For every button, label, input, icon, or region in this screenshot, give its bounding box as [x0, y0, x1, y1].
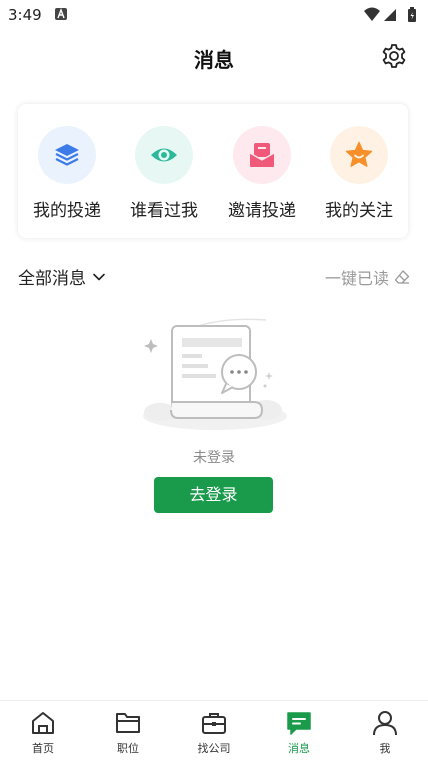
quick-action-icon-bg: [330, 126, 388, 184]
folder-icon: [116, 713, 140, 733]
signal-icon: [384, 9, 396, 21]
wifi-icon: [364, 7, 380, 21]
status-bar: 3:49: [0, 0, 428, 30]
quick-actions-card: 我的投递 谁看过我 邀请投递 我的关注: [18, 104, 408, 238]
briefcase-icon: [202, 713, 226, 734]
envelope-icon: [249, 143, 275, 167]
quick-action-icon-bg: [233, 126, 291, 184]
nav-label: 职位: [117, 742, 139, 755]
star-icon: [345, 141, 373, 167]
nav-item-companies[interactable]: 找公司: [179, 709, 249, 756]
person-icon: [373, 711, 397, 736]
settings-button[interactable]: [380, 42, 408, 70]
quick-action-label: 我的关注: [325, 201, 393, 221]
mark-all-read-button[interactable]: 一键已读: [325, 265, 410, 289]
message-icon: [287, 712, 311, 735]
nav-label: 首页: [32, 742, 54, 755]
empty-state-message: 未登录: [193, 450, 235, 466]
quick-action-label: 我的投递: [33, 201, 101, 221]
eye-icon: [151, 148, 177, 162]
empty-state-illustration: [138, 314, 292, 436]
quick-action-invitations[interactable]: 邀请投递: [214, 126, 310, 221]
chevron-down-icon: [93, 273, 105, 280]
layers-icon: [55, 144, 79, 166]
home-icon: [32, 712, 54, 734]
nav-label: 消息: [288, 742, 310, 755]
battery-icon: [408, 7, 416, 22]
filter-bar: 全部消息 一键已读: [0, 262, 428, 290]
nav-item-home[interactable]: 首页: [8, 709, 78, 756]
status-icons: [364, 6, 420, 24]
page-title: 消息: [194, 48, 234, 72]
status-time: 3:49: [8, 6, 42, 24]
quick-action-label: 谁看过我: [130, 201, 198, 221]
quick-action-who-viewed-me[interactable]: 谁看过我: [116, 126, 212, 221]
notification-a-icon: [55, 8, 67, 20]
gear-icon: [382, 44, 406, 68]
quick-action-icon-bg: [135, 126, 193, 184]
filter-label: 全部消息: [18, 269, 86, 289]
nav-label: 我: [379, 742, 391, 755]
header: 消息: [0, 36, 428, 80]
mark-all-read-label: 一键已读: [324, 269, 389, 288]
bottom-nav: 首页 职位 找公司 消息 我: [0, 700, 428, 761]
quick-action-my-applications[interactable]: 我的投递: [19, 126, 115, 221]
login-button[interactable]: 去登录: [154, 477, 273, 513]
nav-item-me[interactable]: 我: [350, 709, 420, 756]
message-filter-dropdown[interactable]: 全部消息: [18, 264, 106, 289]
nav-item-jobs[interactable]: 职位: [93, 709, 163, 756]
quick-action-icon-bg: [38, 126, 96, 184]
nav-label: 找公司: [197, 742, 231, 755]
quick-action-following[interactable]: 我的关注: [311, 126, 407, 221]
nav-item-messages[interactable]: 消息: [264, 709, 334, 756]
eraser-icon: [394, 270, 410, 284]
quick-action-label: 邀请投递: [228, 201, 296, 221]
